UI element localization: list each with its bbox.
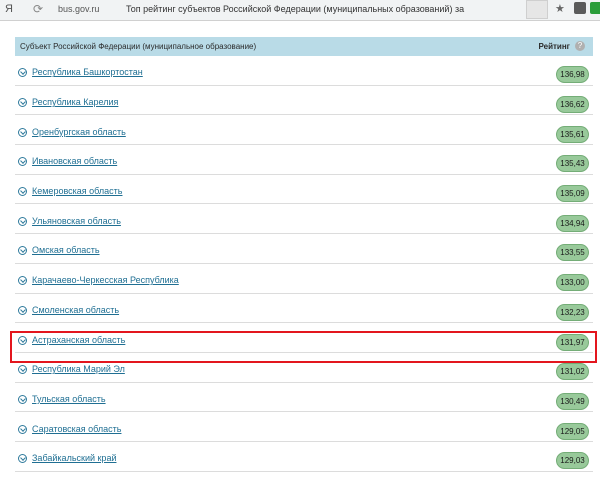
rating-badge: 133,55 [556,244,589,262]
subject-name-link[interactable]: Республика Марий Эл [32,364,125,374]
rating-badge: 134,94 [556,214,589,232]
expand-chevron-icon[interactable] [18,127,27,137]
table-row[interactable]: Забайкальский край 129,03 [15,442,593,472]
expand-chevron-icon[interactable] [18,68,27,78]
table-row[interactable]: Тульская область 130,49 [15,383,593,413]
expand-chevron-icon[interactable] [18,157,27,167]
table-row[interactable]: Карачаево-Черкесская Республика 133,00 [15,264,593,294]
expand-chevron-icon[interactable] [18,98,27,108]
subject-name-link[interactable]: Ульяновская область [32,216,121,226]
help-icon[interactable]: ? [575,41,585,51]
rating-badge: 135,09 [556,185,589,203]
table-row[interactable]: Саратовская область 129,05 [15,412,593,442]
expand-chevron-icon[interactable] [18,305,27,315]
table-row[interactable]: Омская область 133,55 [15,234,593,264]
expand-chevron-icon[interactable] [18,454,27,464]
rating-table: Субъект Российской Федерации (муниципаль… [15,37,593,472]
extension-shield-icon[interactable] [590,2,600,14]
rating-badge: 129,05 [556,422,589,440]
table-row[interactable]: Ивановская область 135,43 [15,145,593,175]
rating-badge: 136,98 [556,66,589,84]
rating-badge: 129,03 [556,452,589,470]
browser-bar: Я ⟳ bus.gov.ru Топ рейтинг субъектов Рос… [0,0,600,21]
rating-badge: 133,00 [556,274,589,292]
expand-chevron-icon[interactable] [18,276,27,286]
table-header: Субъект Российской Федерации (муниципаль… [15,37,593,56]
reload-icon[interactable]: ⟳ [33,2,43,16]
subject-name-link[interactable]: Республика Карелия [32,97,118,107]
table-body: Республика Башкортостан 136,98 Республика … [15,56,593,472]
expand-chevron-icon[interactable] [18,365,27,375]
rating-badge: 135,61 [556,125,589,143]
table-row[interactable]: Республика Башкортостан 136,98 [15,56,593,86]
expand-chevron-icon[interactable] [18,216,27,226]
bookmark-star-icon[interactable]: ★ [555,2,565,15]
rating-badge: 130,49 [556,392,589,410]
expand-chevron-icon[interactable] [18,394,27,404]
table-row[interactable]: Оренбургская область 135,61 [15,115,593,146]
subject-name-link[interactable]: Ивановская область [32,156,117,166]
rating-badge: 131,02 [556,363,589,381]
page-title[interactable]: Топ рейтинг субъектов Российской Федерац… [126,4,464,14]
subject-name-link[interactable]: Оренбургская область [32,127,126,137]
table-row[interactable]: Смоленская область 132,23 [15,294,593,324]
subject-name-link[interactable]: Забайкальский край [32,453,116,463]
browser-logo-icon[interactable]: Я [5,3,13,15]
table-row[interactable]: Республика Карелия 136,62 [15,86,593,116]
column-header-rating: Рейтинг [538,42,570,51]
highlight-frame [10,331,597,363]
rating-badge: 132,23 [556,303,589,321]
table-row[interactable]: Кемеровская область 135,09 [15,175,593,205]
column-header-subject: Субъект Российской Федерации (муниципаль… [20,42,257,51]
subject-name-link[interactable]: Омская область [32,245,100,255]
rating-badge: 135,43 [556,155,589,173]
expand-chevron-icon[interactable] [18,187,27,197]
url-host[interactable]: bus.gov.ru [58,4,99,14]
subject-name-link[interactable]: Тульская область [32,394,106,404]
expand-chevron-icon[interactable] [18,246,27,256]
subject-name-link[interactable]: Саратовская область [32,424,121,434]
subject-name-link[interactable]: Карачаево-Черкесская Республика [32,275,179,285]
extension-icon[interactable] [574,2,586,14]
rating-badge: 136,62 [556,96,589,114]
subject-name-link[interactable]: Республика Башкортостан [32,67,143,77]
subject-name-link[interactable]: Кемеровская область [32,186,122,196]
toolbar-button[interactable] [526,0,548,19]
subject-name-link[interactable]: Смоленская область [32,305,119,315]
expand-chevron-icon[interactable] [18,424,27,434]
table-row[interactable]: Ульяновская область 134,94 [15,204,593,235]
